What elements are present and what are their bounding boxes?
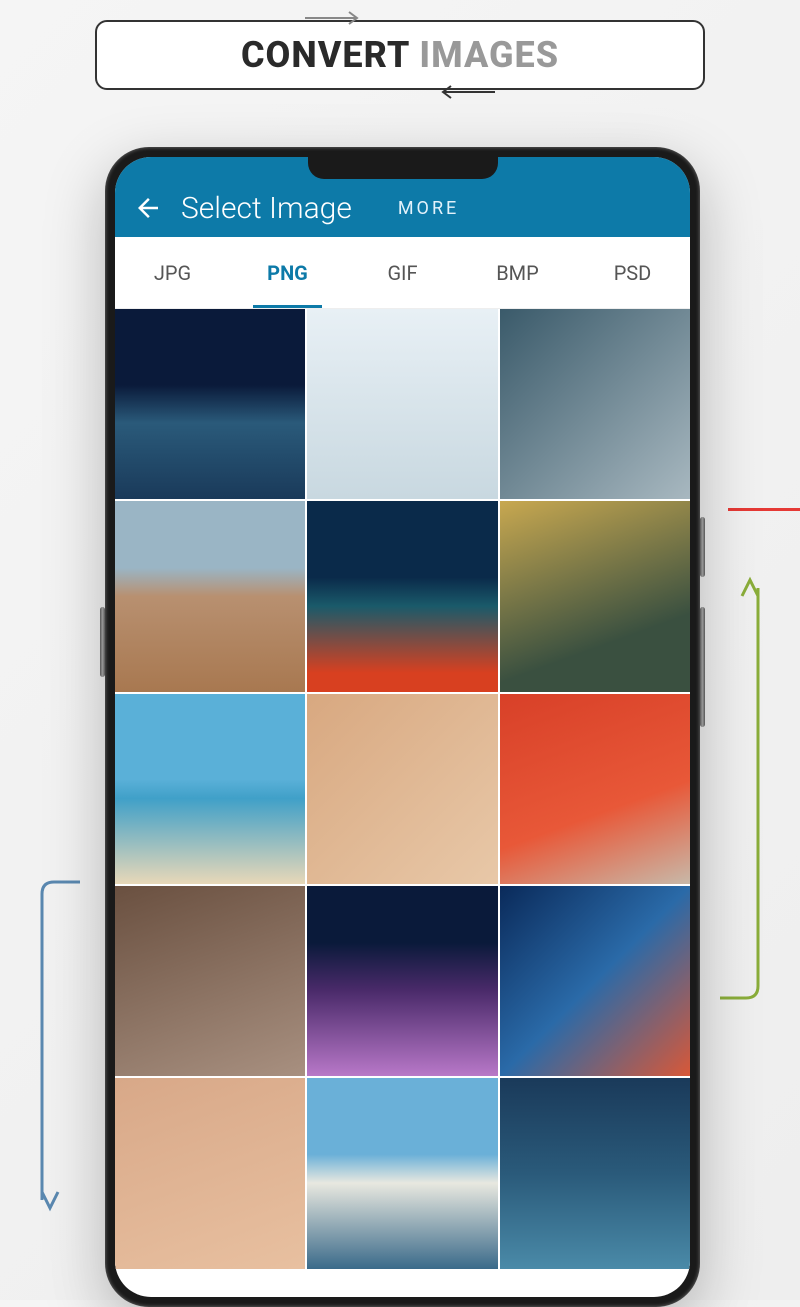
tab-jpg[interactable]: JPG xyxy=(115,237,230,308)
format-tabs: JPG PNG GIF BMP PSD xyxy=(115,237,690,309)
banner-arrow-right-icon xyxy=(305,10,365,26)
decoration-arrow-down-icon xyxy=(40,880,80,1220)
back-button[interactable] xyxy=(133,193,163,223)
image-grid xyxy=(115,309,690,1269)
banner-box: CONVERT IMAGES xyxy=(95,20,705,90)
image-thumb[interactable] xyxy=(500,886,690,1076)
promo-banner: CONVERT IMAGES xyxy=(95,20,705,90)
image-thumb[interactable] xyxy=(115,694,305,884)
image-thumb[interactable] xyxy=(307,501,497,691)
decoration-red-line xyxy=(728,508,800,511)
phone-notch xyxy=(308,157,498,179)
decoration-arrow-up-icon xyxy=(720,570,760,1000)
tab-gif[interactable]: GIF xyxy=(345,237,460,308)
phone-side-button xyxy=(700,607,705,727)
image-thumb[interactable] xyxy=(307,309,497,499)
arrow-left-icon xyxy=(133,193,163,223)
phone-side-button xyxy=(700,517,705,577)
banner-word-1: CONVERT xyxy=(241,34,409,76)
banner-arrow-left-icon xyxy=(435,84,495,100)
image-thumb[interactable] xyxy=(500,1078,690,1268)
image-thumb[interactable] xyxy=(307,886,497,1076)
image-thumb[interactable] xyxy=(115,309,305,499)
tab-psd[interactable]: PSD xyxy=(575,237,690,308)
more-button[interactable]: MORE xyxy=(398,198,459,219)
tab-bmp[interactable]: BMP xyxy=(460,237,575,308)
image-thumb[interactable] xyxy=(500,694,690,884)
image-thumb[interactable] xyxy=(307,694,497,884)
phone-frame: Select Image MORE JPG PNG GIF BMP PSD xyxy=(105,147,700,1307)
image-thumb[interactable] xyxy=(500,501,690,691)
image-thumb[interactable] xyxy=(500,309,690,499)
tab-png[interactable]: PNG xyxy=(230,237,345,308)
image-thumb[interactable] xyxy=(115,501,305,691)
page-title: Select Image xyxy=(181,191,352,226)
image-thumb[interactable] xyxy=(115,1078,305,1268)
phone-side-button xyxy=(100,607,105,677)
image-thumb[interactable] xyxy=(115,886,305,1076)
image-thumb[interactable] xyxy=(307,1078,497,1268)
banner-word-2: IMAGES xyxy=(419,34,559,76)
